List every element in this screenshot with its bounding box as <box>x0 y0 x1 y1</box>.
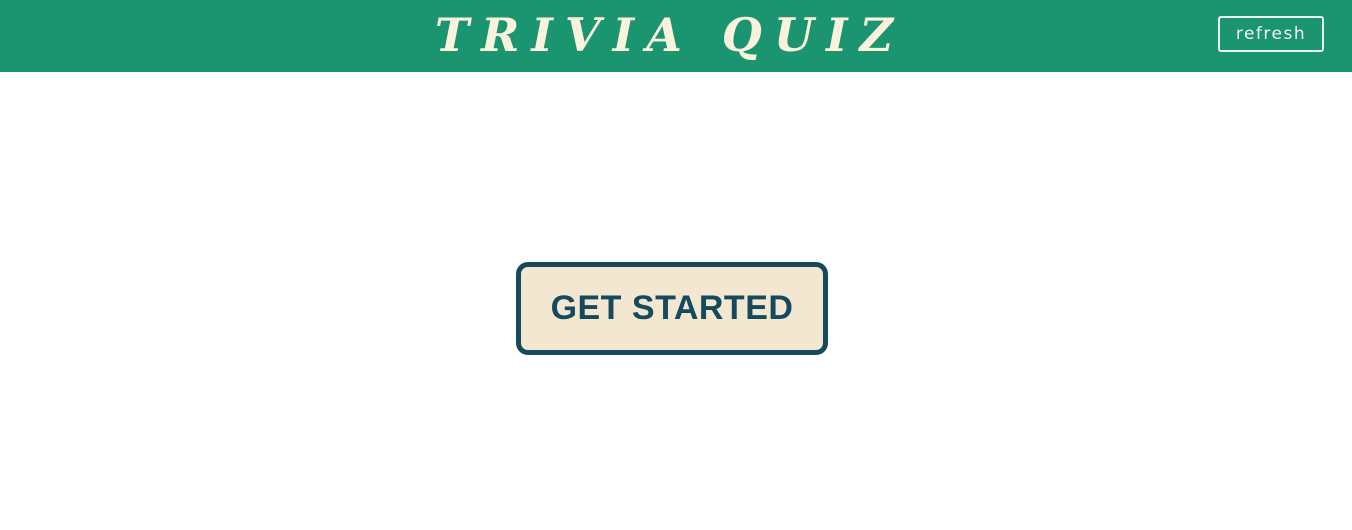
refresh-button[interactable]: refresh <box>1218 16 1324 52</box>
app-header: TRIVIA QUIZ refresh <box>0 0 1352 72</box>
app-title: TRIVIA QUIZ <box>434 8 906 62</box>
get-started-button[interactable]: GET STARTED <box>516 262 828 355</box>
